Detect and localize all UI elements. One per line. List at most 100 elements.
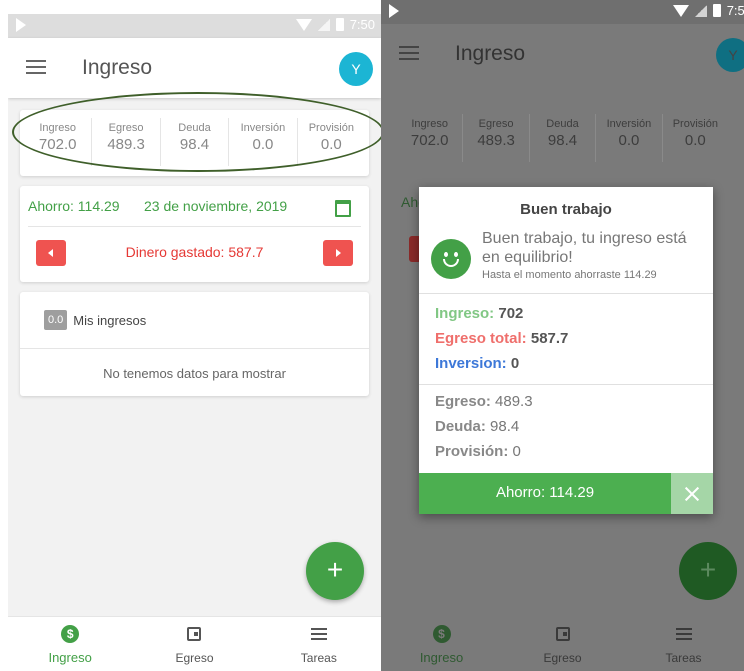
summary-value: 0.0 <box>618 132 640 149</box>
footer-ahorro: Ahorro: 114.29 <box>495 484 595 501</box>
dialog-title: Buen trabajo <box>520 201 612 218</box>
divider <box>419 293 713 294</box>
summary-provision: Provisión 0.0 <box>298 118 365 166</box>
summary-label: Provisión <box>308 122 354 134</box>
app-bar: Ingreso Y <box>8 38 381 98</box>
result-dialog: Buen trabajo Buen trabajo, tu ingreso es… <box>419 187 713 514</box>
summary-ingreso: Ingreso 702.0 <box>24 118 93 166</box>
provision-label: Provisión: <box>435 443 509 460</box>
ingresos-title: Mis ingresos <box>73 312 147 328</box>
summary-label: Inversión <box>606 118 652 130</box>
wifi-icon <box>672 4 689 17</box>
ingresos-card: 0.0 Mis ingresos No tenemos datos para m… <box>20 292 369 396</box>
next-button[interactable] <box>323 240 353 266</box>
nav-item-egreso[interactable]: Egreso <box>132 617 256 671</box>
summary-egreso: Egreso 489.3 <box>92 118 161 166</box>
ahorro-row: Ahorro: 114.29 23 de noviembre, 2019 <box>28 198 361 222</box>
summary-value: 702.0 <box>410 132 449 149</box>
wallet-icon <box>555 627 570 641</box>
bottom-nav: $ Ingreso Egreso Tareas <box>8 616 381 671</box>
deuda-value: 98.4 <box>490 418 520 435</box>
egreso-total-value: 587.7 <box>530 330 569 347</box>
summary-card: Ingreso 702.0 Egreso 489.3 Deuda 98.4 In… <box>20 110 369 176</box>
add-button[interactable]: + <box>679 542 737 600</box>
nav-label: Egreso <box>175 651 214 665</box>
status-bar: 7:53 <box>381 0 744 24</box>
divider <box>28 226 361 227</box>
inversion-line: Inversion: 0 <box>435 355 519 372</box>
nav-label: Ingreso <box>419 650 464 665</box>
close-icon[interactable] <box>671 473 713 514</box>
status-icons: 7:53 <box>672 3 744 18</box>
signal-icon <box>317 18 330 31</box>
calendar-icon[interactable] <box>335 200 351 217</box>
ingreso-label: Ingreso: <box>435 305 495 322</box>
status-bar: 7:50 <box>8 14 381 38</box>
summary-value: 489.3 <box>477 132 515 149</box>
wallet-icon <box>187 627 202 641</box>
nav-item-tareas[interactable]: Tareas <box>623 617 744 671</box>
menu-icon[interactable] <box>399 46 419 60</box>
nav-item-ingreso[interactable]: $ Ingreso <box>381 617 502 671</box>
egreso-label: Egreso: <box>435 393 491 410</box>
battery-icon <box>712 4 721 17</box>
nav-item-egreso[interactable]: Egreso <box>502 617 623 671</box>
screen-right: 7:53 Ingreso Y Ingreso 702.0 Egreso 489.… <box>381 0 744 671</box>
egreso-total-label: Egreso total: <box>435 330 527 347</box>
ingresos-header: 0.0 Mis ingresos <box>44 310 146 330</box>
summary-value: 98.4 <box>179 136 210 153</box>
avatar[interactable]: Y <box>716 38 744 72</box>
summary-deuda: Deuda 98.4 <box>530 114 597 162</box>
page-title: Ingreso <box>82 56 153 79</box>
summary-label: Deuda <box>178 122 211 134</box>
dialog-footer: Ahorro: 114.29 <box>419 473 713 514</box>
summary-label: Provisión <box>672 118 718 130</box>
ahorro-card: Ahorro: 114.29 23 de noviembre, 2019 Din… <box>20 186 369 282</box>
summary-value: 0.0 <box>320 136 342 153</box>
inversion-label: Inversion: <box>435 355 507 372</box>
summary-provision: Provisión 0.0 <box>663 114 728 162</box>
summary-inversion: Inversión 0.0 <box>229 118 298 166</box>
summary-label: Inversión <box>240 122 286 134</box>
nav-item-ingreso[interactable]: $ Ingreso <box>8 617 132 671</box>
provision-line: Provisión: 0 <box>435 443 521 460</box>
empty-message: No tenemos datos para mostrar <box>103 366 286 381</box>
summary-label: Egreso <box>108 122 144 134</box>
ahorro-text: Ahorro: 114.29 <box>28 198 120 214</box>
divider <box>20 348 369 349</box>
inversion-value: 0 <box>510 355 520 372</box>
list-icon <box>310 628 327 640</box>
page-title: Ingreso <box>455 42 526 65</box>
wifi-icon <box>295 18 312 31</box>
summary-label: Egreso <box>478 118 514 130</box>
play-store-icon <box>16 18 26 32</box>
summary-inversion: Inversión 0.0 <box>596 114 663 162</box>
summary-value: 489.3 <box>107 136 145 153</box>
ingreso-value: 702 <box>498 305 524 322</box>
play-store-icon <box>389 4 399 18</box>
dialog-message: Buen trabajo, tu ingreso está en equilib… <box>482 230 687 266</box>
deuda-line: Deuda: 98.4 <box>435 418 519 435</box>
summary-value: 98.4 <box>547 132 578 149</box>
bottom-nav: $ Ingreso Egreso Tareas <box>381 617 744 671</box>
nav-label: Egreso <box>543 651 582 665</box>
nav-item-tareas[interactable]: Tareas <box>257 617 381 671</box>
status-time: 7:50 <box>349 17 375 32</box>
nav-label: Tareas <box>300 651 337 665</box>
summary-label: Deuda <box>546 118 579 130</box>
battery-icon <box>335 18 344 31</box>
dialog-subtext: Hasta el momento ahorraste 114.29 <box>482 269 657 281</box>
provision-value: 0 <box>512 443 521 460</box>
avatar[interactable]: Y <box>339 52 373 86</box>
summary-label: Ingreso <box>39 122 77 134</box>
status-icons: 7:50 <box>295 17 375 32</box>
summary-label: Ingreso <box>411 118 449 130</box>
nav-label: Ingreso <box>48 650 92 665</box>
ingreso-line: Ingreso: 702 <box>435 305 523 322</box>
list-icon <box>675 628 692 640</box>
add-button[interactable]: + <box>306 542 364 600</box>
menu-icon[interactable] <box>26 60 46 74</box>
date-text[interactable]: 23 de noviembre, 2019 <box>144 198 287 214</box>
status-time: 7:53 <box>726 3 744 18</box>
smile-icon <box>431 239 471 279</box>
